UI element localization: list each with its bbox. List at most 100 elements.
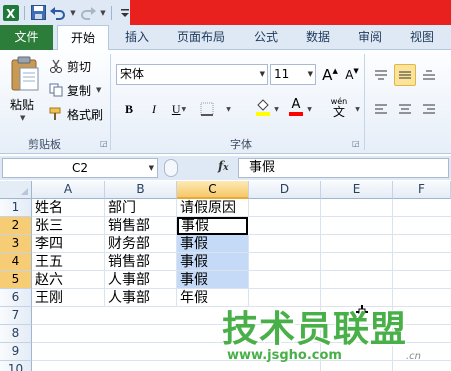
cell-a4[interactable]: 王五 xyxy=(32,253,105,271)
align-left-button[interactable] xyxy=(370,98,392,120)
cell-a6[interactable]: 王刚 xyxy=(32,289,105,307)
cell-b1[interactable]: 部门 xyxy=(105,199,177,217)
paste-icon xyxy=(10,56,40,95)
format-painter-icon xyxy=(48,106,64,122)
cell-c5[interactable]: 事假 xyxy=(177,271,249,289)
font-size-dropdown-icon[interactable]: ▼ xyxy=(308,65,313,84)
save-icon[interactable] xyxy=(29,4,47,22)
cell-b6[interactable]: 人事部 xyxy=(105,289,177,307)
align-right-icon xyxy=(423,104,435,114)
undo-icon[interactable] xyxy=(49,4,67,22)
column-header-f[interactable]: F xyxy=(393,181,451,199)
scissors-icon xyxy=(48,58,64,74)
redo-dropdown-icon[interactable]: ▼ xyxy=(99,9,107,17)
borders-dropdown-icon[interactable]: ▼ xyxy=(220,98,236,120)
group-separator xyxy=(364,54,365,150)
cell-a5[interactable]: 赵六 xyxy=(32,271,105,289)
tab-page-layout[interactable]: 页面布局 xyxy=(168,25,234,50)
cell-b4[interactable]: 销售部 xyxy=(105,253,177,271)
cut-button[interactable]: 剪切 xyxy=(48,56,91,76)
formula-bar: C2 ▼ fx 事假 xyxy=(0,156,451,180)
cell-c4[interactable]: 事假 xyxy=(177,253,249,271)
clipboard-group-label: 剪贴板 xyxy=(28,138,61,151)
row-header-5[interactable]: 5 xyxy=(0,271,32,289)
italic-button[interactable]: I xyxy=(143,98,165,120)
name-box[interactable]: C2 ▼ xyxy=(2,158,158,178)
quick-access-toolbar: X ▼ ▼ xyxy=(2,3,134,22)
grow-font-button[interactable]: A ▲ xyxy=(319,64,341,86)
copy-button[interactable]: 复制 ▼ xyxy=(48,80,101,100)
row-header-10[interactable]: 10 xyxy=(0,361,32,371)
paste-dropdown-icon[interactable]: ▼ xyxy=(20,114,25,122)
cell-b3[interactable]: 财务部 xyxy=(105,235,177,253)
tab-view[interactable]: 视图 xyxy=(400,25,444,50)
customize-qat-icon[interactable] xyxy=(116,4,134,22)
align-bottom-icon xyxy=(423,70,435,80)
paste-label: 粘贴 xyxy=(10,98,35,112)
watermark: 技术员联盟 www.jsgho.com .cn xyxy=(222,300,451,371)
fill-color-dropdown-icon[interactable]: ▼ xyxy=(270,98,282,120)
formula-bar-handle[interactable] xyxy=(164,159,178,177)
tab-file[interactable]: 文件 xyxy=(0,25,53,50)
underline-dropdown-icon[interactable]: ▼ xyxy=(182,106,187,113)
bold-button[interactable]: B xyxy=(118,98,140,120)
name-box-dropdown-icon[interactable]: ▼ xyxy=(149,159,154,177)
ribbon-home: 粘贴 ▼ 剪切 复制 ▼ 格式刷 剪贴板 ◲ 宋体 ▼ 11 ▼ A ▲ A ▼ B… xyxy=(0,50,451,154)
align-bottom-button[interactable] xyxy=(418,64,440,86)
cell-a1[interactable]: 姓名 xyxy=(32,199,105,217)
column-header-b[interactable]: B xyxy=(105,181,177,199)
tab-review[interactable]: 审阅 xyxy=(348,25,392,50)
align-right-button[interactable] xyxy=(418,98,440,120)
cell-c3[interactable]: 事假 xyxy=(177,235,249,253)
shrink-font-button[interactable]: A ▼ xyxy=(341,64,363,86)
excel-icon[interactable]: X xyxy=(2,4,20,22)
cell-a3[interactable]: 李四 xyxy=(32,235,105,253)
cell-b5[interactable]: 人事部 xyxy=(105,271,177,289)
font-color-dropdown-icon[interactable]: ▼ xyxy=(303,98,315,120)
column-header-c[interactable]: C xyxy=(177,181,249,199)
grow-font-label: A xyxy=(322,66,333,84)
row-header-8[interactable]: 8 xyxy=(0,325,32,343)
format-painter-button[interactable]: 格式刷 xyxy=(48,104,103,124)
row-header-7[interactable]: 7 xyxy=(0,307,32,325)
font-size-combo[interactable]: 11 ▼ xyxy=(270,64,316,85)
row-header-1[interactable]: 1 xyxy=(0,199,32,217)
column-header-e[interactable]: E xyxy=(321,181,393,199)
column-header-a[interactable]: A xyxy=(32,181,105,199)
clipboard-launcher-icon[interactable]: ◲ xyxy=(100,139,108,148)
row-header-2[interactable]: 2 xyxy=(0,217,32,235)
tab-data[interactable]: 数据 xyxy=(296,25,340,50)
empty-cells-bottom[interactable] xyxy=(32,307,249,371)
cell-c1[interactable]: 请假原因 xyxy=(177,199,249,217)
row-header-9[interactable]: 9 xyxy=(0,343,32,361)
phonetic-dropdown-icon[interactable]: ▼ xyxy=(351,98,363,120)
row-header-4[interactable]: 4 xyxy=(0,253,32,271)
paste-button[interactable]: 粘贴 ▼ xyxy=(4,54,44,132)
font-name-dropdown-icon[interactable]: ▼ xyxy=(260,65,265,84)
tab-insert[interactable]: 插入 xyxy=(115,25,159,50)
tab-formulas[interactable]: 公式 xyxy=(244,25,288,50)
underline-button[interactable]: U ▼ xyxy=(166,98,192,120)
cell-b2[interactable]: 销售部 xyxy=(105,217,177,235)
cell-a2[interactable]: 张三 xyxy=(32,217,105,235)
name-box-value: C2 xyxy=(71,161,88,175)
align-center-button[interactable] xyxy=(394,98,416,120)
formula-input[interactable]: 事假 xyxy=(238,158,449,178)
font-name-combo[interactable]: 宋体 ▼ xyxy=(116,64,268,85)
align-top-button[interactable] xyxy=(370,64,392,86)
column-header-d[interactable]: D xyxy=(249,181,321,199)
align-middle-button[interactable] xyxy=(394,64,416,86)
row-header-3[interactable]: 3 xyxy=(0,235,32,253)
insert-function-button[interactable]: fx xyxy=(218,159,229,173)
row-header-6[interactable]: 6 xyxy=(0,289,32,307)
redo-icon[interactable] xyxy=(79,4,97,22)
tab-home[interactable]: 开始 xyxy=(57,25,109,51)
copy-dropdown-icon[interactable]: ▼ xyxy=(96,86,101,94)
undo-dropdown-icon[interactable]: ▼ xyxy=(69,9,77,17)
font-color-swatch xyxy=(289,112,303,116)
borders-button[interactable] xyxy=(196,98,218,120)
phonetic-guide-button[interactable]: wén 文 xyxy=(326,94,352,120)
select-all-button[interactable] xyxy=(0,181,32,199)
cell-c2[interactable]: 事假 xyxy=(177,217,248,235)
font-launcher-icon[interactable]: ◲ xyxy=(352,139,360,148)
